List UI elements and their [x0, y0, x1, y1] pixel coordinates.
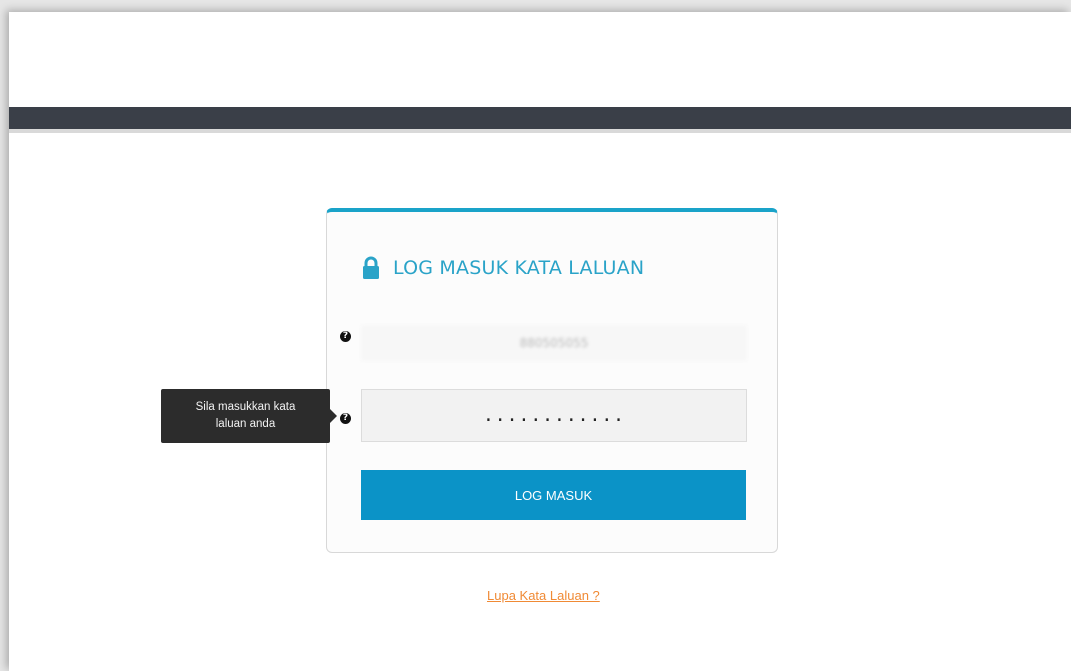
login-title: LOG MASUK KATA LALUAN	[361, 256, 644, 280]
password-tooltip: Sila masukkan kata laluan anda	[161, 389, 337, 443]
top-navigation-bar	[9, 107, 1071, 133]
user-id-help-icon[interactable]: ?	[340, 331, 351, 342]
browser-window: LOG MASUK KATA LALUAN ? 880505055 ? LOG …	[9, 12, 1071, 671]
login-button[interactable]: LOG MASUK	[361, 470, 746, 520]
password-field[interactable]	[361, 389, 747, 442]
login-card: LOG MASUK KATA LALUAN ? 880505055 ? LOG …	[326, 208, 778, 553]
login-title-text: LOG MASUK KATA LALUAN	[393, 257, 645, 279]
lock-icon	[361, 256, 381, 280]
password-help-icon[interactable]: ?	[340, 413, 351, 424]
forgot-password-link[interactable]: Lupa Kata Laluan ?	[487, 588, 600, 603]
user-id-field[interactable]: 880505055	[361, 325, 747, 361]
tooltip-line-2: laluan anda	[215, 418, 276, 430]
tooltip-line-1: Sila masukkan kata	[195, 401, 296, 413]
